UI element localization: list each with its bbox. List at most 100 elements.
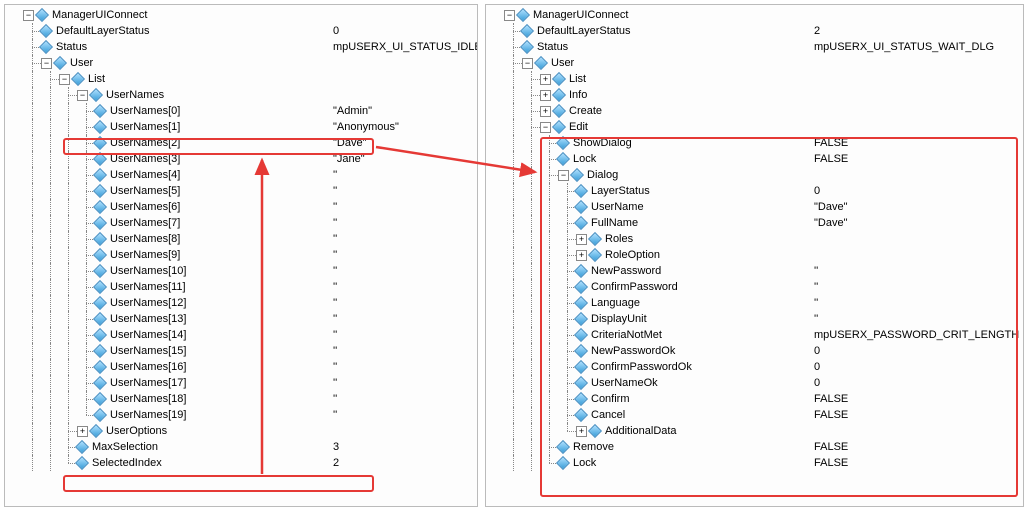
tree-row[interactable]: FullName"Dave" (486, 215, 1023, 231)
tree-row[interactable]: Language'' (486, 295, 1023, 311)
expander-icon[interactable] (576, 426, 587, 437)
node-value: 0 (333, 23, 339, 39)
tree-row[interactable]: MaxSelection 3 (5, 439, 477, 455)
tree-row[interactable]: UserNames[3]"Jane" (5, 151, 477, 167)
node-value: mpUSERX_PASSWORD_CRIT_LENGTH (814, 327, 1019, 343)
expander-icon[interactable] (576, 250, 587, 261)
tree-row[interactable]: UserNames[12]'' (5, 295, 477, 311)
tree-row[interactable]: ConfirmPasswordOk0 (486, 359, 1023, 375)
tree-row[interactable]: UserNames[11]'' (5, 279, 477, 295)
tree-row[interactable]: Roles (486, 231, 1023, 247)
expander-icon[interactable] (576, 234, 587, 245)
tree-row[interactable]: UserNames[18]'' (5, 391, 477, 407)
expander-icon[interactable] (540, 122, 551, 133)
tree-row[interactable]: CriteriaNotMetmpUSERX_PASSWORD_CRIT_LENG… (486, 327, 1023, 343)
node-label: UserNames[12] (110, 295, 186, 311)
expander-icon[interactable] (522, 58, 533, 69)
expander-icon[interactable] (23, 10, 34, 21)
tree-row[interactable]: RoleOption (486, 247, 1023, 263)
tree-row[interactable]: UserNames[0]"Admin" (5, 103, 477, 119)
tree-row[interactable]: NewPasswordOk0 (486, 343, 1023, 359)
tree-row[interactable]: UserNames[15]'' (5, 343, 477, 359)
tree-row[interactable]: CancelFALSE (486, 407, 1023, 423)
tree-row[interactable]: DisplayUnit'' (486, 311, 1023, 327)
tree-row[interactable]: UserNames[13]'' (5, 311, 477, 327)
expander-icon[interactable] (540, 74, 551, 85)
node-value: '' (333, 375, 337, 391)
expander-icon[interactable] (77, 90, 88, 101)
tree-row[interactable]: UserNames[9]'' (5, 247, 477, 263)
expander-icon[interactable] (41, 58, 52, 69)
expander-icon[interactable] (540, 106, 551, 117)
tree-row[interactable]: User (5, 55, 477, 71)
tree-row[interactable]: ShowDialog FALSE (486, 135, 1023, 151)
expander-icon[interactable] (77, 426, 88, 437)
tree-row[interactable]: UserNames[19]'' (5, 407, 477, 423)
tree-row[interactable]: Remove FALSE (486, 439, 1023, 455)
tree-row[interactable]: UserNames[16]'' (5, 359, 477, 375)
node-value: "Dave" (333, 135, 367, 151)
node-icon (588, 424, 602, 438)
node-value: '' (814, 279, 818, 295)
tree-row[interactable]: Status mpUSERX_UI_STATUS_WAIT_DLG (486, 39, 1023, 55)
tree-row[interactable]: UserNames[17] '' (5, 375, 477, 391)
tree-row-root[interactable]: ManagerUIConnect (486, 7, 1023, 23)
node-label: Edit (569, 119, 588, 135)
node-icon (552, 88, 566, 102)
tree: ManagerUIConnect DefaultLayerStatus 0 St… (5, 5, 477, 471)
tree-row[interactable]: Info (486, 87, 1023, 103)
expander-icon[interactable] (504, 10, 515, 21)
tree-row[interactable]: Lock FALSE (486, 151, 1023, 167)
tree-row[interactable]: UserNames[4]'' (5, 167, 477, 183)
node-label: UserNames[17] (110, 375, 186, 391)
tree-row[interactable]: UserNames[2]"Dave" (5, 135, 477, 151)
node-label: UserNames (106, 87, 164, 103)
tree-row[interactable]: UserNames[8]'' (5, 231, 477, 247)
tree-row[interactable]: SelectedIndex 2 (5, 455, 477, 471)
tree-row[interactable]: Edit (486, 119, 1023, 135)
node-icon (516, 8, 530, 22)
tree-row[interactable]: UserOptions (5, 423, 477, 439)
tree-row[interactable]: UserNames[10]'' (5, 263, 477, 279)
node-label: UserNames[5] (110, 183, 180, 199)
expander-icon[interactable] (540, 90, 551, 101)
node-value: '' (814, 311, 818, 327)
tree-row[interactable]: Create (486, 103, 1023, 119)
tree-row[interactable]: UserNames[14]'' (5, 327, 477, 343)
node-value: "Dave" (814, 199, 848, 215)
node-value: FALSE (814, 455, 848, 471)
node-label: UserNameOk (591, 375, 658, 391)
tree-row[interactable]: UserNames[1]"Anonymous" (5, 119, 477, 135)
tree-row[interactable]: UserNameOk0 (486, 375, 1023, 391)
tree-row-root[interactable]: ManagerUIConnect (5, 7, 477, 23)
node-label: User (70, 55, 93, 71)
tree-row[interactable]: List (486, 71, 1023, 87)
tree-row[interactable]: UserName"Dave" (486, 199, 1023, 215)
node-icon (93, 184, 107, 198)
tree-row[interactable]: UserNames (5, 87, 477, 103)
node-label: UserNames[18] (110, 391, 186, 407)
node-label: UserNames[19] (110, 407, 186, 423)
tree-row[interactable]: ConfirmFALSE (486, 391, 1023, 407)
node-icon (574, 184, 588, 198)
node-label: UserNames[6] (110, 199, 180, 215)
node-icon (552, 72, 566, 86)
node-label: Remove (573, 439, 614, 455)
tree-row[interactable]: DefaultLayerStatus 2 (486, 23, 1023, 39)
tree-row[interactable]: Lock FALSE (486, 455, 1023, 471)
tree-row[interactable]: Status mpUSERX_UI_STATUS_IDLE (5, 39, 477, 55)
tree-row[interactable]: UserNames[5]'' (5, 183, 477, 199)
tree-row[interactable]: ConfirmPassword'' (486, 279, 1023, 295)
tree-row[interactable]: Dialog (486, 167, 1023, 183)
tree-row[interactable]: List (5, 71, 477, 87)
tree-row[interactable]: DefaultLayerStatus 0 (5, 23, 477, 39)
tree-row[interactable]: UserNames[7]'' (5, 215, 477, 231)
tree-row[interactable]: User (486, 55, 1023, 71)
tree-row[interactable]: NewPassword'' (486, 263, 1023, 279)
expander-icon[interactable] (59, 74, 70, 85)
tree-row[interactable]: LayerStatus0 (486, 183, 1023, 199)
expander-icon[interactable] (558, 170, 569, 181)
tree-row[interactable]: UserNames[6]'' (5, 199, 477, 215)
node-value: '' (333, 279, 337, 295)
tree-row[interactable]: AdditionalData (486, 423, 1023, 439)
